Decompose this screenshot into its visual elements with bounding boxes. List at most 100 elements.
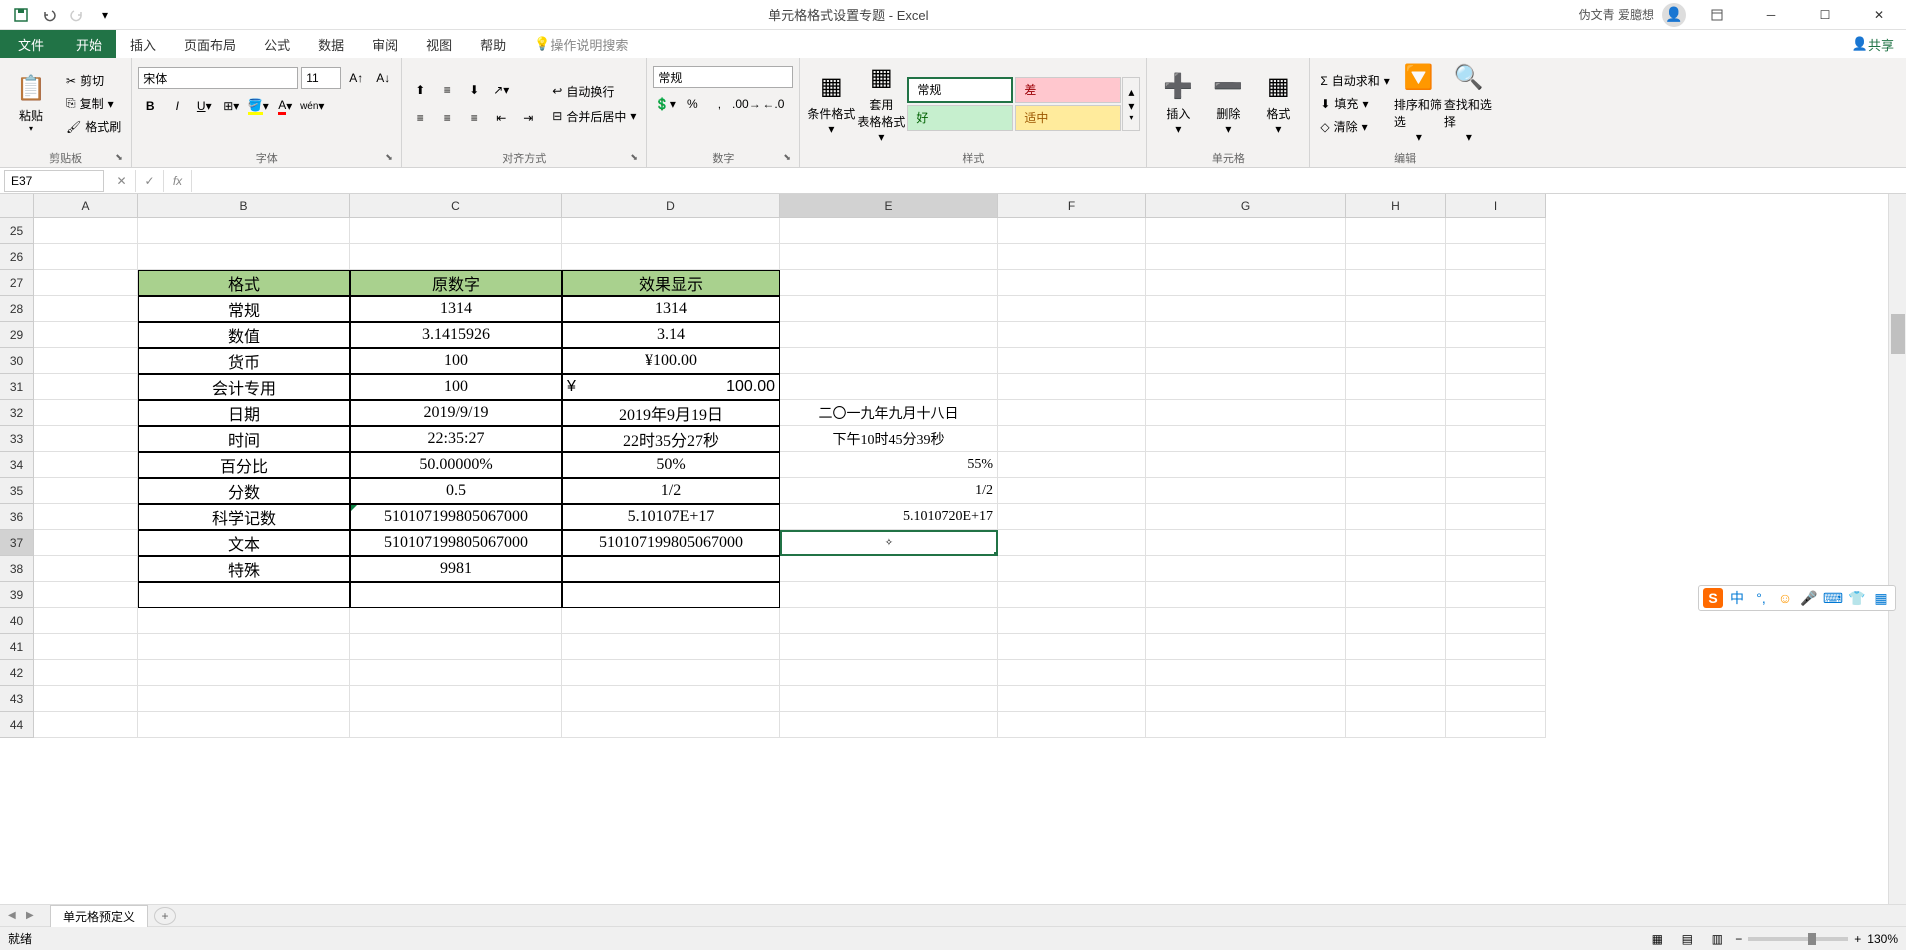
- cell-I42[interactable]: [1446, 660, 1546, 686]
- col-header-C[interactable]: C: [350, 194, 562, 218]
- cell-D44[interactable]: [562, 712, 780, 738]
- number-launcher[interactable]: ⬊: [783, 152, 797, 166]
- page-layout-view-icon[interactable]: ▤: [1675, 929, 1699, 949]
- cell-H41[interactable]: [1346, 634, 1446, 660]
- tab-file[interactable]: 文件: [0, 30, 62, 58]
- cell-E36[interactable]: 5.1010720E+17: [780, 504, 998, 530]
- cell-B25[interactable]: [138, 218, 350, 244]
- cell-C29[interactable]: 3.1415926: [350, 322, 562, 348]
- cell-E27[interactable]: [780, 270, 998, 296]
- cell-B34[interactable]: 百分比: [138, 452, 350, 478]
- undo-button[interactable]: [36, 2, 62, 28]
- cell-H44[interactable]: [1346, 712, 1446, 738]
- cell-F33[interactable]: [998, 426, 1146, 452]
- cell-E33[interactable]: 下午10时45分39秒: [780, 426, 998, 452]
- tab-home[interactable]: 开始: [62, 30, 116, 58]
- cell-H37[interactable]: [1346, 530, 1446, 556]
- bold-button[interactable]: B: [138, 94, 162, 118]
- cell-I43[interactable]: [1446, 686, 1546, 712]
- tab-formulas[interactable]: 公式: [250, 30, 304, 58]
- cell-B30[interactable]: 货币: [138, 348, 350, 374]
- cell-A27[interactable]: [34, 270, 138, 296]
- autosum-button[interactable]: Σ 自动求和 ▾: [1316, 70, 1393, 91]
- cell-E41[interactable]: [780, 634, 998, 660]
- cell-I41[interactable]: [1446, 634, 1546, 660]
- cell-C40[interactable]: [350, 608, 562, 634]
- conditional-format-button[interactable]: ▦条件格式▾: [806, 64, 856, 144]
- col-header-B[interactable]: B: [138, 194, 350, 218]
- cell-D30[interactable]: ¥100.00: [562, 348, 780, 374]
- cell-I26[interactable]: [1446, 244, 1546, 270]
- cell-style-bad[interactable]: 差: [1015, 77, 1121, 103]
- italic-button[interactable]: I: [165, 94, 189, 118]
- redo-button[interactable]: [64, 2, 90, 28]
- cell-F44[interactable]: [998, 712, 1146, 738]
- cell-C33[interactable]: 22:35:27: [350, 426, 562, 452]
- cell-I29[interactable]: [1446, 322, 1546, 348]
- col-header-F[interactable]: F: [998, 194, 1146, 218]
- cell-F26[interactable]: [998, 244, 1146, 270]
- tab-help[interactable]: 帮助: [466, 30, 520, 58]
- paste-button[interactable]: 📋粘贴▾: [6, 64, 56, 144]
- cell-C38[interactable]: 9981: [350, 556, 562, 582]
- cell-C41[interactable]: [350, 634, 562, 660]
- cell-C26[interactable]: [350, 244, 562, 270]
- cell-style-normal[interactable]: 常规: [907, 77, 1013, 103]
- ime-punct-icon[interactable]: °,: [1751, 588, 1771, 608]
- cell-I40[interactable]: [1446, 608, 1546, 634]
- cell-A28[interactable]: [34, 296, 138, 322]
- maximize-button[interactable]: ☐: [1802, 0, 1848, 30]
- col-header-G[interactable]: G: [1146, 194, 1346, 218]
- cell-E37[interactable]: ✧: [780, 530, 998, 556]
- cell-D32[interactable]: 2019年9月19日: [562, 400, 780, 426]
- cells-area[interactable]: 格式原数字效果显示常规13141314数值3.14159263.14货币100¥…: [34, 218, 1888, 904]
- cell-G29[interactable]: [1146, 322, 1346, 348]
- align-middle-icon[interactable]: ≡: [435, 78, 459, 102]
- zoom-level[interactable]: 130%: [1867, 932, 1898, 946]
- cell-C44[interactable]: [350, 712, 562, 738]
- cell-D27[interactable]: 效果显示: [562, 270, 780, 296]
- alignment-launcher[interactable]: ⬊: [630, 152, 644, 166]
- tab-review[interactable]: 审阅: [358, 30, 412, 58]
- row-header-33[interactable]: 33: [0, 426, 34, 452]
- row-header-29[interactable]: 29: [0, 322, 34, 348]
- cell-G43[interactable]: [1146, 686, 1346, 712]
- cell-F41[interactable]: [998, 634, 1146, 660]
- font-size-select[interactable]: [301, 67, 341, 89]
- row-header-28[interactable]: 28: [0, 296, 34, 322]
- increase-decimal-icon[interactable]: .00→: [734, 92, 758, 116]
- row-header-38[interactable]: 38: [0, 556, 34, 582]
- row-header-26[interactable]: 26: [0, 244, 34, 270]
- zoom-out-button[interactable]: −: [1735, 932, 1742, 946]
- cell-E35[interactable]: 1/2: [780, 478, 998, 504]
- row-header-41[interactable]: 41: [0, 634, 34, 660]
- cell-B42[interactable]: [138, 660, 350, 686]
- cell-D39[interactable]: [562, 582, 780, 608]
- cell-D42[interactable]: [562, 660, 780, 686]
- cell-I44[interactable]: [1446, 712, 1546, 738]
- cell-D25[interactable]: [562, 218, 780, 244]
- scrollbar-thumb[interactable]: [1891, 314, 1905, 354]
- cell-E30[interactable]: [780, 348, 998, 374]
- cell-H26[interactable]: [1346, 244, 1446, 270]
- cell-E32[interactable]: 二〇一九年九月十八日: [780, 400, 998, 426]
- spreadsheet-grid[interactable]: ABCDEFGHI 252627282930313233343536373839…: [0, 194, 1906, 904]
- cell-A31[interactable]: [34, 374, 138, 400]
- increase-font-icon[interactable]: A↑: [344, 66, 368, 90]
- cell-A33[interactable]: [34, 426, 138, 452]
- cell-D40[interactable]: [562, 608, 780, 634]
- cell-F38[interactable]: [998, 556, 1146, 582]
- increase-indent-icon[interactable]: ⇥: [516, 106, 540, 130]
- enter-formula-icon[interactable]: ✓: [136, 170, 164, 192]
- cell-C37[interactable]: 510107199805067000: [350, 530, 562, 556]
- cell-A36[interactable]: [34, 504, 138, 530]
- select-all-corner[interactable]: [0, 194, 34, 218]
- cell-E31[interactable]: [780, 374, 998, 400]
- cell-B32[interactable]: 日期: [138, 400, 350, 426]
- cell-B40[interactable]: [138, 608, 350, 634]
- decrease-decimal-icon[interactable]: ←.0: [761, 92, 785, 116]
- insert-cells-button[interactable]: ➕插入▾: [1153, 64, 1203, 144]
- col-header-A[interactable]: A: [34, 194, 138, 218]
- sheet-tab-active[interactable]: 单元格预定义: [50, 905, 148, 927]
- cell-D26[interactable]: [562, 244, 780, 270]
